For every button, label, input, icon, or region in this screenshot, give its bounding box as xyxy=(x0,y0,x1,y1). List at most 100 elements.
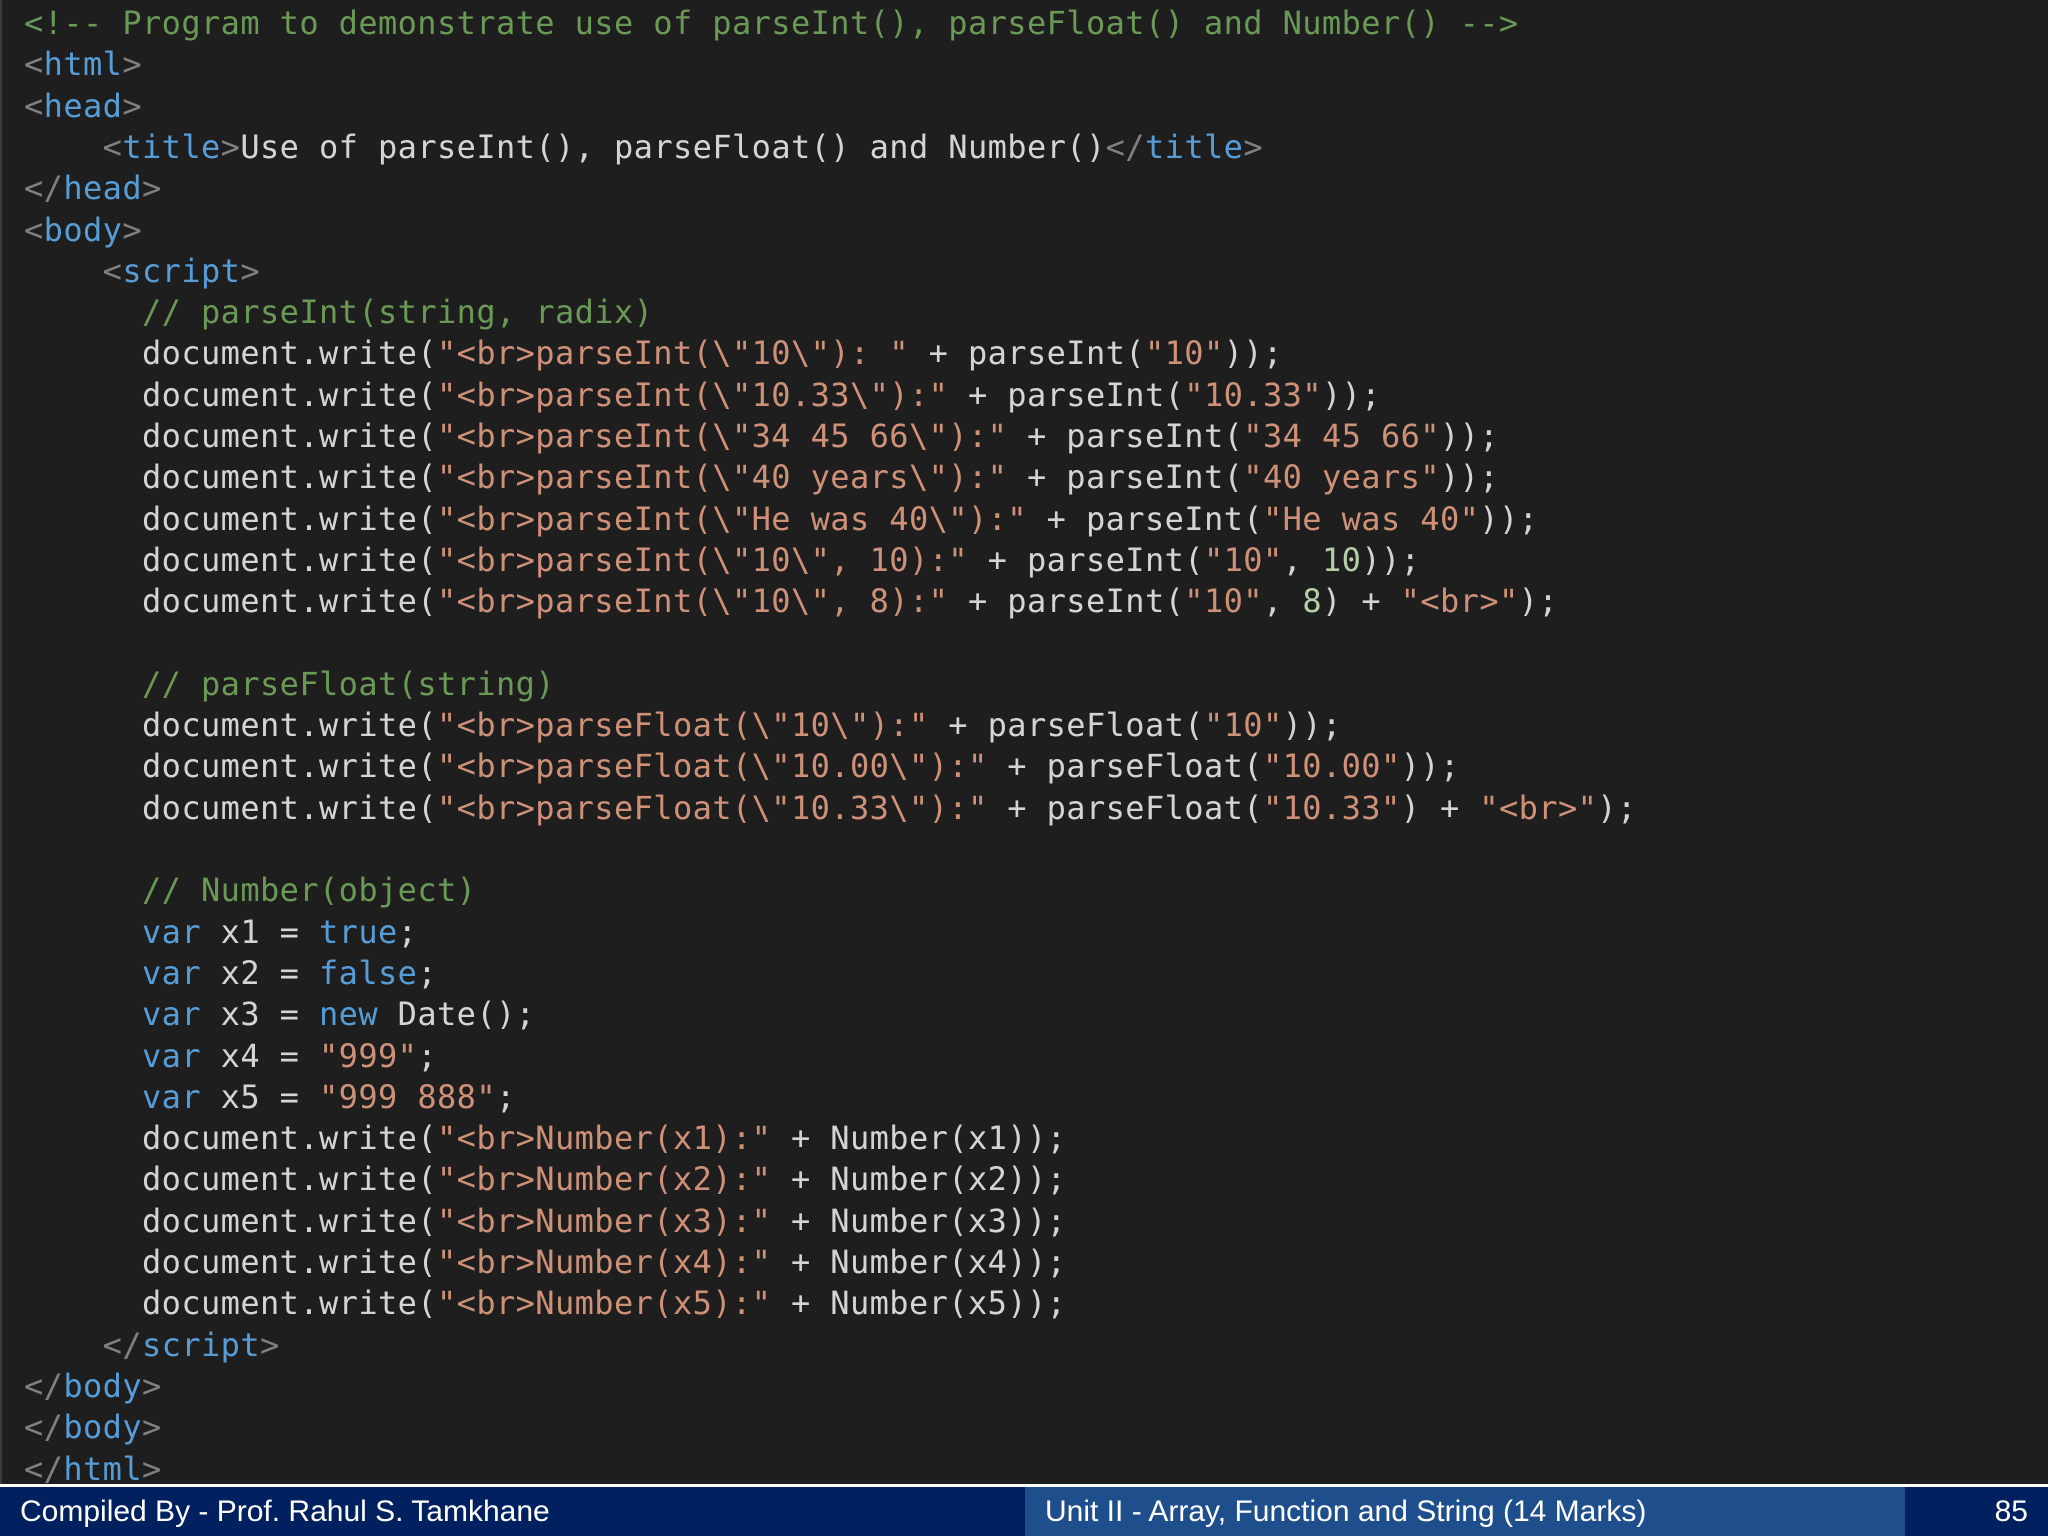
code-token: "999" xyxy=(319,1036,418,1075)
code-token: > xyxy=(142,169,162,208)
code-line: document.write("<br>parseFloat(\"10.33\"… xyxy=(24,788,1637,829)
code-token: "<br>Number(x4):" xyxy=(436,1243,772,1281)
code-token: true xyxy=(319,912,398,951)
code-token: "10" xyxy=(1203,706,1283,745)
code-token: + Number(x3)); xyxy=(771,1201,1067,1240)
code-token: + Number(x2)); xyxy=(771,1160,1067,1199)
code-token: "10.00" xyxy=(1262,747,1401,786)
code-token: "<br>" xyxy=(1479,788,1598,827)
code-token: > xyxy=(122,86,143,125)
code-token: + Number(x1)); xyxy=(771,1119,1067,1158)
code-token: document.write( xyxy=(24,540,437,579)
code-token: "<br>parseInt(\"10\"): " xyxy=(436,334,909,373)
code-line: // Number(object) xyxy=(24,870,476,911)
code-line: var x5 = "999 888"; xyxy=(24,1077,516,1118)
code-token: var xyxy=(142,912,201,951)
code-token: + parseInt( xyxy=(908,334,1145,373)
code-line: document.write("<br>parseInt(\"10\"): " … xyxy=(24,333,1283,374)
code-token: "34 45 66" xyxy=(1243,417,1440,455)
code-token: </ xyxy=(24,169,64,208)
code-token: )); xyxy=(1479,499,1539,538)
code-token: "<br>parseInt(\"10\", 10):" xyxy=(436,540,968,579)
code-line: </script> xyxy=(24,1325,280,1366)
code-token: + parseFloat( xyxy=(987,747,1263,786)
code-line: <html> xyxy=(24,44,142,85)
code-token: + Number(x4)); xyxy=(771,1243,1067,1281)
code-token: > xyxy=(260,1325,280,1364)
code-token: document.write( xyxy=(24,1284,437,1323)
code-token: > xyxy=(1243,127,1263,166)
code-token: "<br>Number(x2):" xyxy=(436,1160,772,1199)
code-token: )); xyxy=(1321,375,1381,414)
code-token: "10" xyxy=(1144,334,1224,373)
code-line: </head> xyxy=(24,168,162,209)
code-token: "999 888" xyxy=(319,1077,496,1116)
code-token: )); xyxy=(1439,458,1499,497)
code-token: "<br>parseFloat(\"10.00\"):" xyxy=(436,747,988,786)
code-token: document.write( xyxy=(24,1119,437,1158)
code-token: document.write( xyxy=(24,747,437,786)
code-token: "10.33" xyxy=(1184,375,1322,414)
code-token: )); xyxy=(1223,334,1283,373)
code-token: document.write( xyxy=(24,334,437,373)
code-token: var xyxy=(142,953,201,992)
code-token: html xyxy=(43,45,123,84)
code-token: > xyxy=(240,251,261,290)
code-token: </ xyxy=(24,1449,64,1488)
code-token: "10" xyxy=(1184,582,1263,621)
code-token: + parseInt( xyxy=(948,582,1185,621)
code-token: "<br>Number(x3):" xyxy=(436,1201,772,1240)
code-token: document.write( xyxy=(24,499,437,538)
code-line: <title>Use of parseInt(), parseFloat() a… xyxy=(24,127,1263,168)
code-token: ) + xyxy=(1400,788,1480,827)
code-token: < xyxy=(24,86,44,125)
code-token: <!-- Program to demonstrate use of parse… xyxy=(24,4,1519,42)
code-token: document.write( xyxy=(24,788,437,827)
code-token: // parseFloat(string) xyxy=(142,664,555,703)
code-token: , xyxy=(1282,540,1322,579)
footer-author: Compiled By - Prof. Rahul S. Tamkhane xyxy=(0,1487,1025,1536)
code-token: // Number(object) xyxy=(142,871,477,910)
code-token: x5 = xyxy=(201,1077,319,1116)
code-token: > xyxy=(122,210,143,249)
code-token: document.write( xyxy=(24,458,437,497)
code-token: )); xyxy=(1439,417,1499,455)
code-token: body xyxy=(63,1408,143,1447)
code-token: > xyxy=(122,45,143,84)
code-line: <body> xyxy=(24,210,142,251)
code-token: + parseFloat( xyxy=(928,706,1204,745)
code-token: "<br>Number(x5):" xyxy=(436,1284,772,1323)
code-token: "<br>parseInt(\"34 45 66\"):" xyxy=(436,417,1008,455)
code-token: + parseFloat( xyxy=(987,788,1263,827)
code-token: ) + xyxy=(1321,582,1401,621)
code-line: document.write("<br>parseInt(\"40 years\… xyxy=(24,457,1499,498)
code-line: document.write("<br>parseInt(\"34 45 66\… xyxy=(24,416,1499,457)
code-token: Use of parseInt(), parseFloat() and Numb… xyxy=(240,127,1106,166)
code-token: var xyxy=(142,1036,201,1075)
code-token: )); xyxy=(1282,706,1342,745)
code-line: </body> xyxy=(24,1366,162,1407)
code-token: document.write( xyxy=(24,1160,437,1199)
code-token: > xyxy=(142,1408,162,1447)
code-token: Date(); xyxy=(378,995,536,1034)
code-token: x1 = xyxy=(201,912,319,951)
code-token: body xyxy=(63,1366,143,1405)
code-token: < xyxy=(102,127,123,166)
code-token: // parseInt(string, radix) xyxy=(142,293,654,332)
code-line: // parseInt(string, radix) xyxy=(24,292,653,333)
code-token: script xyxy=(122,251,241,290)
code-token: "<br>Number(x1):" xyxy=(436,1119,772,1158)
code-line: // parseFloat(string) xyxy=(24,664,555,705)
code-token: + Number(x5)); xyxy=(771,1284,1067,1323)
code-token: body xyxy=(43,210,123,249)
code-token: + parseInt( xyxy=(967,540,1204,579)
code-token: </ xyxy=(102,1325,143,1364)
code-token: head xyxy=(63,169,143,208)
code-token: document.write( xyxy=(24,1243,437,1281)
